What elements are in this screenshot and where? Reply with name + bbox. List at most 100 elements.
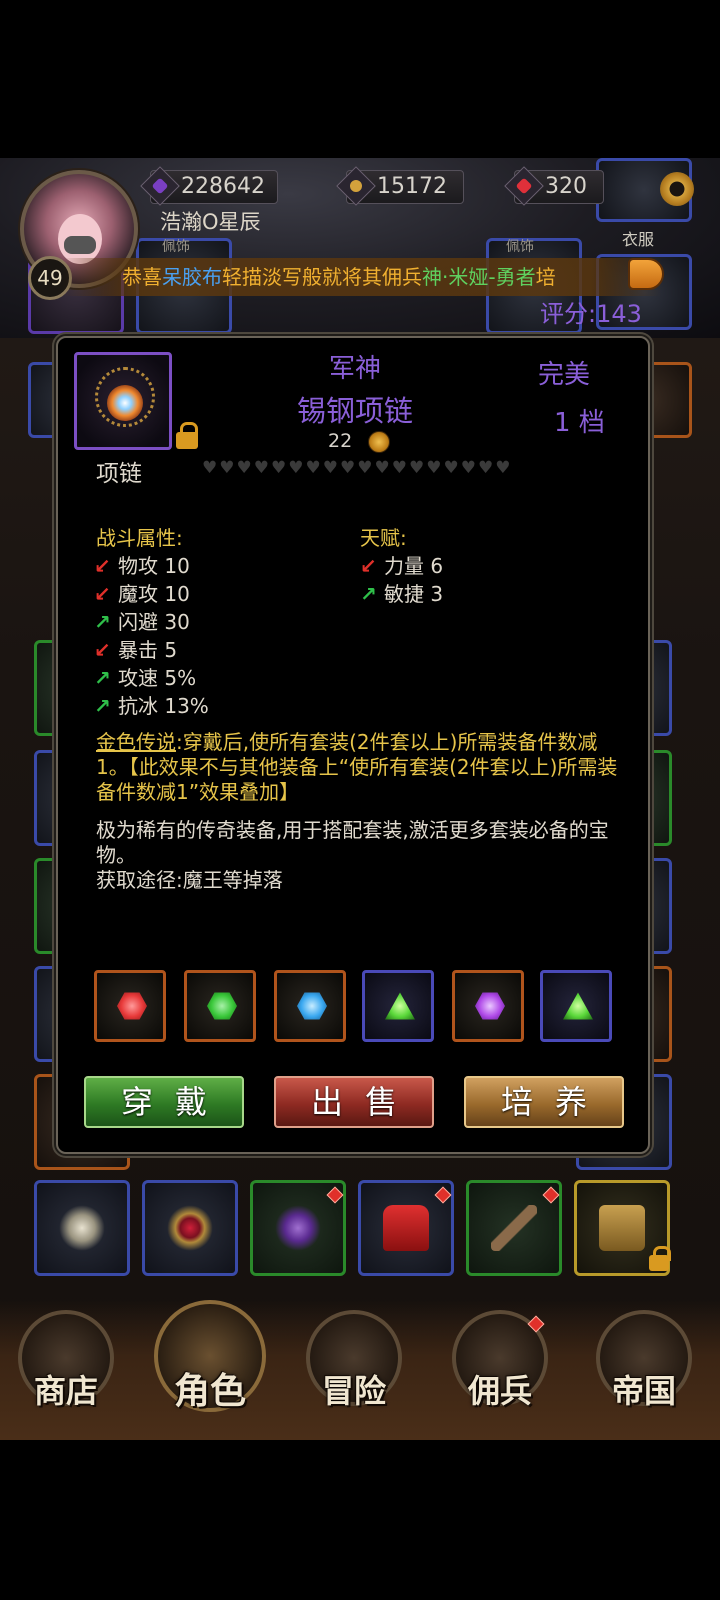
item-detail-dialog: 军神 锡钢项链 完美 1 档 22 项链 ♥ ♥ ♥ ♥ ♥ ♥ ♥ ♥ ♥ ♥ ♥ ♥ ♥ ♥ ♥ ♥ ♥ ♥ … xyxy=(56,336,650,1154)
gem-socket[interactable] xyxy=(274,970,346,1042)
stat-row: ↗ 攻速 5% xyxy=(94,662,196,691)
talent-row: ↙ 力量 6 xyxy=(360,550,443,579)
stat-up-icon: ↗ xyxy=(94,666,111,690)
stat-row: ↙ 暴击 5 xyxy=(94,634,177,663)
green-gem-icon xyxy=(207,992,237,1020)
heart-icon: ♥ xyxy=(340,458,356,478)
gem-socket[interactable] xyxy=(540,970,612,1042)
ruby-resource: 320 xyxy=(504,166,604,206)
heart-icon: ♥ xyxy=(305,458,321,478)
sell-button[interactable]: 出售 xyxy=(274,1076,434,1128)
lock-icon[interactable] xyxy=(176,422,198,449)
clover-necklace-icon xyxy=(59,1205,105,1251)
red-gem-icon xyxy=(117,992,147,1020)
heart-icon: ♥ xyxy=(288,458,304,478)
gem-socket[interactable] xyxy=(94,970,166,1042)
heart-icon: ♥ xyxy=(322,458,338,478)
stat-down-icon: ↙ xyxy=(94,554,111,578)
stat-down-icon: ↙ xyxy=(94,638,111,662)
bow-quiver-icon xyxy=(491,1205,537,1251)
nav-label: 佣兵 xyxy=(467,1372,532,1410)
stat-down-icon: ↙ xyxy=(360,554,377,578)
acquisition-text: 获取途径:魔王等掉落 xyxy=(96,868,283,892)
heart-icon: ♥ xyxy=(271,458,287,478)
gem-socket[interactable] xyxy=(452,970,524,1042)
legendary-key: 金色传说 xyxy=(96,730,176,754)
stat-row: ↗ 闪避 30 xyxy=(94,606,190,635)
heart-icon: ♥ xyxy=(236,458,252,478)
heart-rating: ♥ ♥ ♥ ♥ ♥ ♥ ♥ ♥ ♥ ♥ ♥ ♥ ♥ ♥ ♥ ♥ ♥ ♥ xyxy=(202,458,511,478)
megaphone-icon[interactable] xyxy=(628,258,664,290)
stat-label: 敏捷 3 xyxy=(384,582,444,606)
ruby-necklace-icon xyxy=(167,1205,213,1251)
score-label: 评分:143 xyxy=(540,300,642,328)
gold-resource: 15172 xyxy=(336,166,464,206)
gem-socket[interactable] xyxy=(362,970,434,1042)
stat-label: 魔攻 10 xyxy=(118,582,190,606)
stat-label: 物攻 10 xyxy=(118,554,190,578)
heart-icon: ♥ xyxy=(357,458,373,478)
item-quality: 完美 xyxy=(538,360,591,390)
combat-stats-title: 战斗属性: xyxy=(96,526,183,550)
ticker-text: 培 xyxy=(535,265,556,289)
nav-label: 帝国 xyxy=(611,1372,676,1410)
purple-gem-icon xyxy=(475,992,505,1020)
ticker-text: 恭喜 xyxy=(122,265,162,289)
amethyst-pendant-icon xyxy=(275,1205,321,1251)
lock-icon xyxy=(649,1246,671,1271)
heart-icon: ♥ xyxy=(202,458,218,478)
item-description: 极为稀有的传奇装备,用于搭配套装,激活更多套装必备的宝物。 获取途径:魔王等掉落 xyxy=(96,818,626,893)
inventory-slot[interactable] xyxy=(574,1180,671,1276)
announcement-ticker: 恭喜呆胶布轻描淡写般就将其佣兵神·米娅-勇者培 xyxy=(62,258,662,296)
heart-icon: ♥ xyxy=(219,458,235,478)
new-badge xyxy=(326,1186,344,1204)
inventory-slot[interactable] xyxy=(142,1180,238,1276)
red-cape-icon xyxy=(383,1205,429,1251)
inventory-slot[interactable] xyxy=(358,1180,454,1276)
heart-icon: ♥ xyxy=(460,458,476,478)
gear-icon[interactable] xyxy=(660,172,694,206)
green-triangle-gem-icon xyxy=(563,992,593,1020)
new-badge xyxy=(542,1186,560,1204)
slot-label: 佩饰 xyxy=(506,239,534,255)
heart-icon: ♥ xyxy=(478,458,494,478)
stat-label: 力量 6 xyxy=(384,554,444,578)
stat-row: ↙ 物攻 10 xyxy=(94,550,190,579)
ticker-text: 神·米娅-勇者 xyxy=(422,265,536,289)
inventory-slot[interactable] xyxy=(250,1180,346,1276)
nav-label: 商店 xyxy=(33,1372,98,1410)
stat-label: 暴击 5 xyxy=(118,638,178,662)
inventory-slot[interactable] xyxy=(466,1180,562,1276)
blue-gem-icon xyxy=(297,992,327,1020)
description-text: 极为稀有的传奇装备,用于搭配套装,激活更多套装必备的宝物。 xyxy=(96,818,609,867)
train-button[interactable]: 培养 xyxy=(464,1076,624,1128)
heart-icon: ♥ xyxy=(495,458,511,478)
stat-label: 攻速 5% xyxy=(118,666,197,690)
nav-label: 冒险 xyxy=(321,1372,386,1410)
heart-icon: ♥ xyxy=(253,458,269,478)
green-triangle-gem-icon xyxy=(385,992,415,1020)
equip-button[interactable]: 穿戴 xyxy=(84,1076,244,1128)
stat-row: ↙ 魔攻 10 xyxy=(94,578,190,607)
slot-label: 衣服 xyxy=(622,230,655,249)
stat-row: ↗ 抗冰 13% xyxy=(94,690,209,719)
heart-icon: ♥ xyxy=(426,458,442,478)
crystal-resource: 228642 xyxy=(140,166,278,206)
new-badge xyxy=(434,1186,452,1204)
inventory-slot[interactable] xyxy=(34,1180,130,1276)
item-price: 22 xyxy=(328,430,353,452)
heart-icon: ♥ xyxy=(391,458,407,478)
item-type: 项链 xyxy=(96,461,142,487)
legendary-effect: 金色传说:穿戴后,使所有套装(2件套以上)所需装备件数减1。【此效果不与其他装备… xyxy=(96,730,626,805)
gold-coin-icon xyxy=(368,431,390,453)
heart-icon: ♥ xyxy=(409,458,425,478)
heart-icon: ♥ xyxy=(443,458,459,478)
nav-label: 角色 xyxy=(173,1371,246,1412)
item-grade: 1 档 xyxy=(554,408,605,438)
gem-socket[interactable] xyxy=(184,970,256,1042)
heart-icon: ♥ xyxy=(374,458,390,478)
stat-up-icon: ↗ xyxy=(94,694,111,718)
player-name: 浩瀚O星辰 xyxy=(160,210,261,234)
ticker-text: 呆胶布 xyxy=(162,265,222,289)
stat-down-icon: ↙ xyxy=(94,582,111,606)
